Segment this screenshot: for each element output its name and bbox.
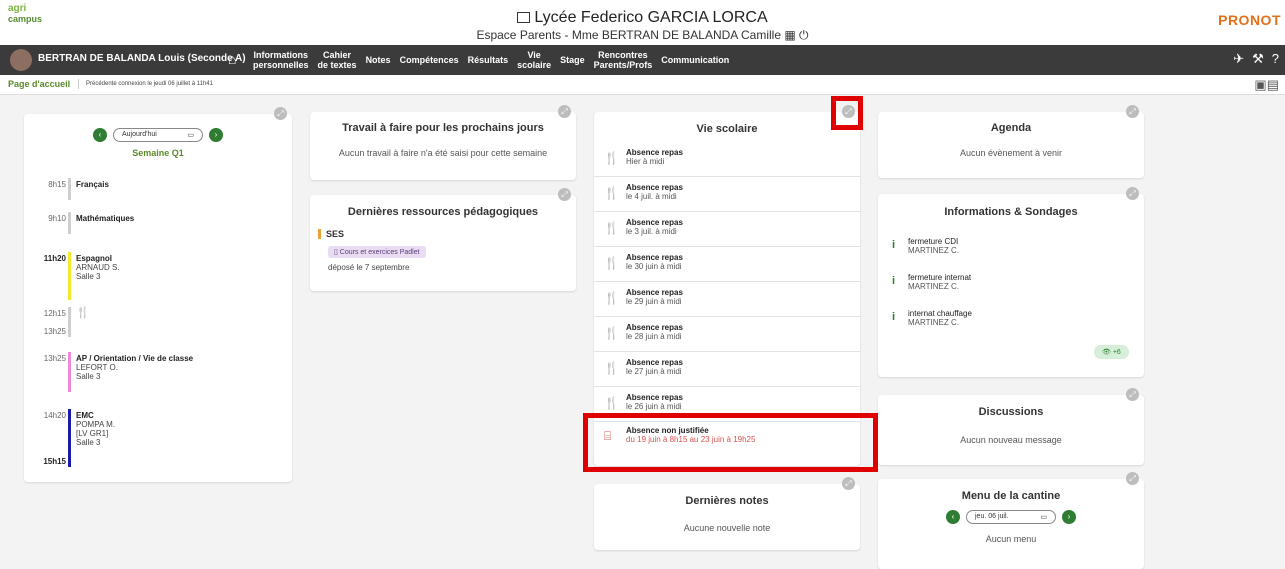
fork-icon: 🍴	[604, 151, 619, 165]
help-icon[interactable]: ?	[1272, 51, 1279, 67]
date-picker[interactable]: Aujourd'hui ▭	[113, 128, 203, 142]
school-name: Lycée Federico GARCIA LORCA	[534, 9, 768, 26]
gear-icon[interactable]: ⤢	[274, 107, 287, 120]
more-button[interactable]: 👁 +6	[1094, 345, 1129, 359]
resource-chip[interactable]: ▯ Cours et exercices Padlet	[328, 246, 426, 258]
fork-icon: 🍴	[604, 396, 619, 410]
homework-empty: Aucun travail à faire n'a été saisi pour…	[338, 148, 548, 158]
last-connection: Précédente connexion le jeudi 06 juillet…	[86, 81, 213, 87]
home-icon[interactable]: ⌂	[228, 51, 236, 67]
timetable-slot[interactable]: 8h15 Français	[24, 178, 292, 200]
nav-item[interactable]: Stage	[560, 55, 585, 65]
info-icon: i	[892, 239, 896, 251]
grades-title: Dernières notes	[685, 495, 769, 507]
nav-item[interactable]: Cahier de textes	[318, 50, 357, 70]
sub-bar: Page d'accueil Précédente connexion le j…	[0, 75, 1285, 95]
nav-item[interactable]: Informations personnelles	[253, 50, 309, 70]
power-icon[interactable]: ⏻	[799, 28, 809, 42]
homework-card: ⤢ Travail à faire pour les prochains jou…	[310, 105, 576, 180]
qr-icon[interactable]: ▦	[784, 28, 795, 42]
info-card: ⤢ Informations & Sondages i fermeture CDI…	[878, 187, 1144, 377]
discussions-empty: Aucun nouveau message	[960, 435, 1062, 445]
school-life-title: Vie scolaire	[696, 123, 758, 135]
fork-icon: 🍴	[604, 221, 619, 235]
prev-menu-button[interactable]: ‹	[946, 510, 960, 524]
canteen-title: Menu de la cantine	[961, 490, 1061, 502]
nav-item[interactable]: Résultats	[468, 55, 509, 65]
gear-icon[interactable]: ⤢	[1126, 187, 1139, 200]
agenda-card: ⤢ Agenda Aucun évènement à venir	[878, 105, 1144, 178]
next-day-button[interactable]: ›	[209, 128, 223, 142]
space-label: Espace Parents - Mme BERTRAN DE BALANDA …	[476, 28, 781, 42]
top-header: agri campus Lycée Federico GARCIA LORCA E…	[0, 0, 1285, 45]
info-title: Informations & Sondages	[944, 206, 1078, 218]
main-nav: BERTRAN DE BALANDA Louis (Seconde A) ⌂ I…	[0, 45, 1285, 75]
fork-icon: 🍴	[604, 291, 619, 305]
student-selector[interactable]: BERTRAN DE BALANDA Louis (Seconde A)	[38, 53, 246, 64]
canteen-card: ⤢ Menu de la cantine ‹ jeu. 06 juil. ▭ › …	[878, 472, 1144, 569]
fork-icon: 🍴	[604, 256, 619, 270]
fork-icon: 🍴	[604, 186, 619, 200]
gear-icon[interactable]: ⤢	[1126, 388, 1139, 401]
canteen-empty: Aucun menu	[985, 534, 1037, 544]
info-icon: i	[892, 275, 896, 287]
school-icon	[517, 12, 531, 24]
gear-icon[interactable]: ⤢	[1126, 105, 1139, 118]
nav-item[interactable]: Communication	[661, 55, 729, 65]
info-icon: i	[892, 311, 896, 323]
timetable-card: ⤢ ‹ Aujourd'hui ▭ › Semaine Q1 8h15 França…	[24, 107, 292, 482]
grades-empty: Aucune nouvelle note	[683, 523, 771, 533]
menu-date-picker[interactable]: jeu. 06 juil. ▭	[966, 510, 1056, 524]
highlight-absence	[583, 413, 878, 472]
fork-icon: 🍴	[604, 361, 619, 375]
timetable-slot[interactable]: 12h15 13h25 🍴	[24, 307, 292, 337]
resources-card: ⤢ Dernières ressources pédagogiques SES …	[310, 188, 576, 291]
resource-subject: SES	[318, 229, 344, 239]
discussions-card: ⤢ Discussions Aucun nouveau message	[878, 388, 1144, 465]
gear-icon[interactable]: ⤢	[558, 105, 571, 118]
timetable-slot[interactable]: 13h25 AP / Orientation / Vie de classe LEF…	[24, 352, 292, 392]
calendar-icon: ▭	[1040, 514, 1047, 521]
gear-icon[interactable]: ⤢	[558, 188, 571, 201]
absence-repas-item[interactable]: 🍴 Absence repas le 4 juil. à midi	[594, 177, 860, 212]
absence-repas-item[interactable]: 🍴 Absence repas le 27 juin à midi	[594, 352, 860, 387]
gear-icon[interactable]: ⤢	[1126, 472, 1139, 485]
fork-icon: 🍴	[604, 326, 619, 340]
resource-date: déposé le 7 septembre	[328, 263, 410, 272]
nav-item[interactable]: Vie scolaire	[517, 50, 551, 70]
homework-title: Travail à faire pour les prochains jours	[342, 122, 544, 134]
resources-title: Dernières ressources pédagogiques	[347, 206, 539, 218]
highlight-gear	[831, 96, 863, 130]
grades-card: ⤢ Dernières notes Aucune nouvelle note	[594, 477, 860, 550]
calendar-icon: ▭	[187, 132, 194, 139]
absence-repas-item[interactable]: 🍴 Absence repas le 28 juin à midi	[594, 317, 860, 352]
absence-repas-item[interactable]: 🍴 Absence repas le 30 juin à midi	[594, 247, 860, 282]
discussions-title: Discussions	[978, 406, 1044, 418]
week-label: Semaine Q1	[132, 148, 184, 158]
absence-repas-item[interactable]: 🍴 Absence repas le 29 juin à midi	[594, 282, 860, 317]
agenda-empty: Aucun évènement à venir	[959, 148, 1063, 158]
agenda-title: Agenda	[990, 122, 1032, 134]
timetable-slot[interactable]: 9h10 Mathématiques	[24, 212, 292, 234]
next-menu-button[interactable]: ›	[1062, 510, 1076, 524]
absence-repas-item[interactable]: 🍴 Absence repas Hier à midi	[594, 142, 860, 177]
page-title: Lycée Federico GARCIA LORCA Espace Paren…	[0, 9, 1285, 43]
tab-home[interactable]: Page d'accueil	[0, 79, 80, 89]
pronote-brand: PRONOT	[1218, 12, 1281, 28]
fork-icon: 🍴	[76, 307, 90, 319]
nav-item[interactable]: Notes	[366, 55, 391, 65]
absence-repas-item[interactable]: 🍴 Absence repas le 3 juil. à midi	[594, 212, 860, 247]
avatar[interactable]	[10, 49, 32, 71]
nav-item[interactable]: Compétences	[400, 55, 459, 65]
prev-day-button[interactable]: ‹	[93, 128, 107, 142]
send-icon[interactable]: ✈	[1233, 51, 1244, 67]
gear-icon[interactable]: ⤢	[842, 477, 855, 490]
nav-item[interactable]: Rencontres Parents/Profs	[594, 50, 653, 70]
save-icon[interactable]: ▣▤	[1254, 77, 1279, 93]
nav-menu: Informations personnelles Cahier de textes N…	[253, 48, 729, 72]
timetable-slot[interactable]: 11h20 Espagnol ARNAUD S. Salle 3	[24, 252, 292, 300]
tool-icon[interactable]: ⚒	[1252, 51, 1264, 67]
timetable-slot[interactable]: 14h20 15h15 EMC POMPA M. [LV GR1] Salle 3	[24, 409, 292, 467]
